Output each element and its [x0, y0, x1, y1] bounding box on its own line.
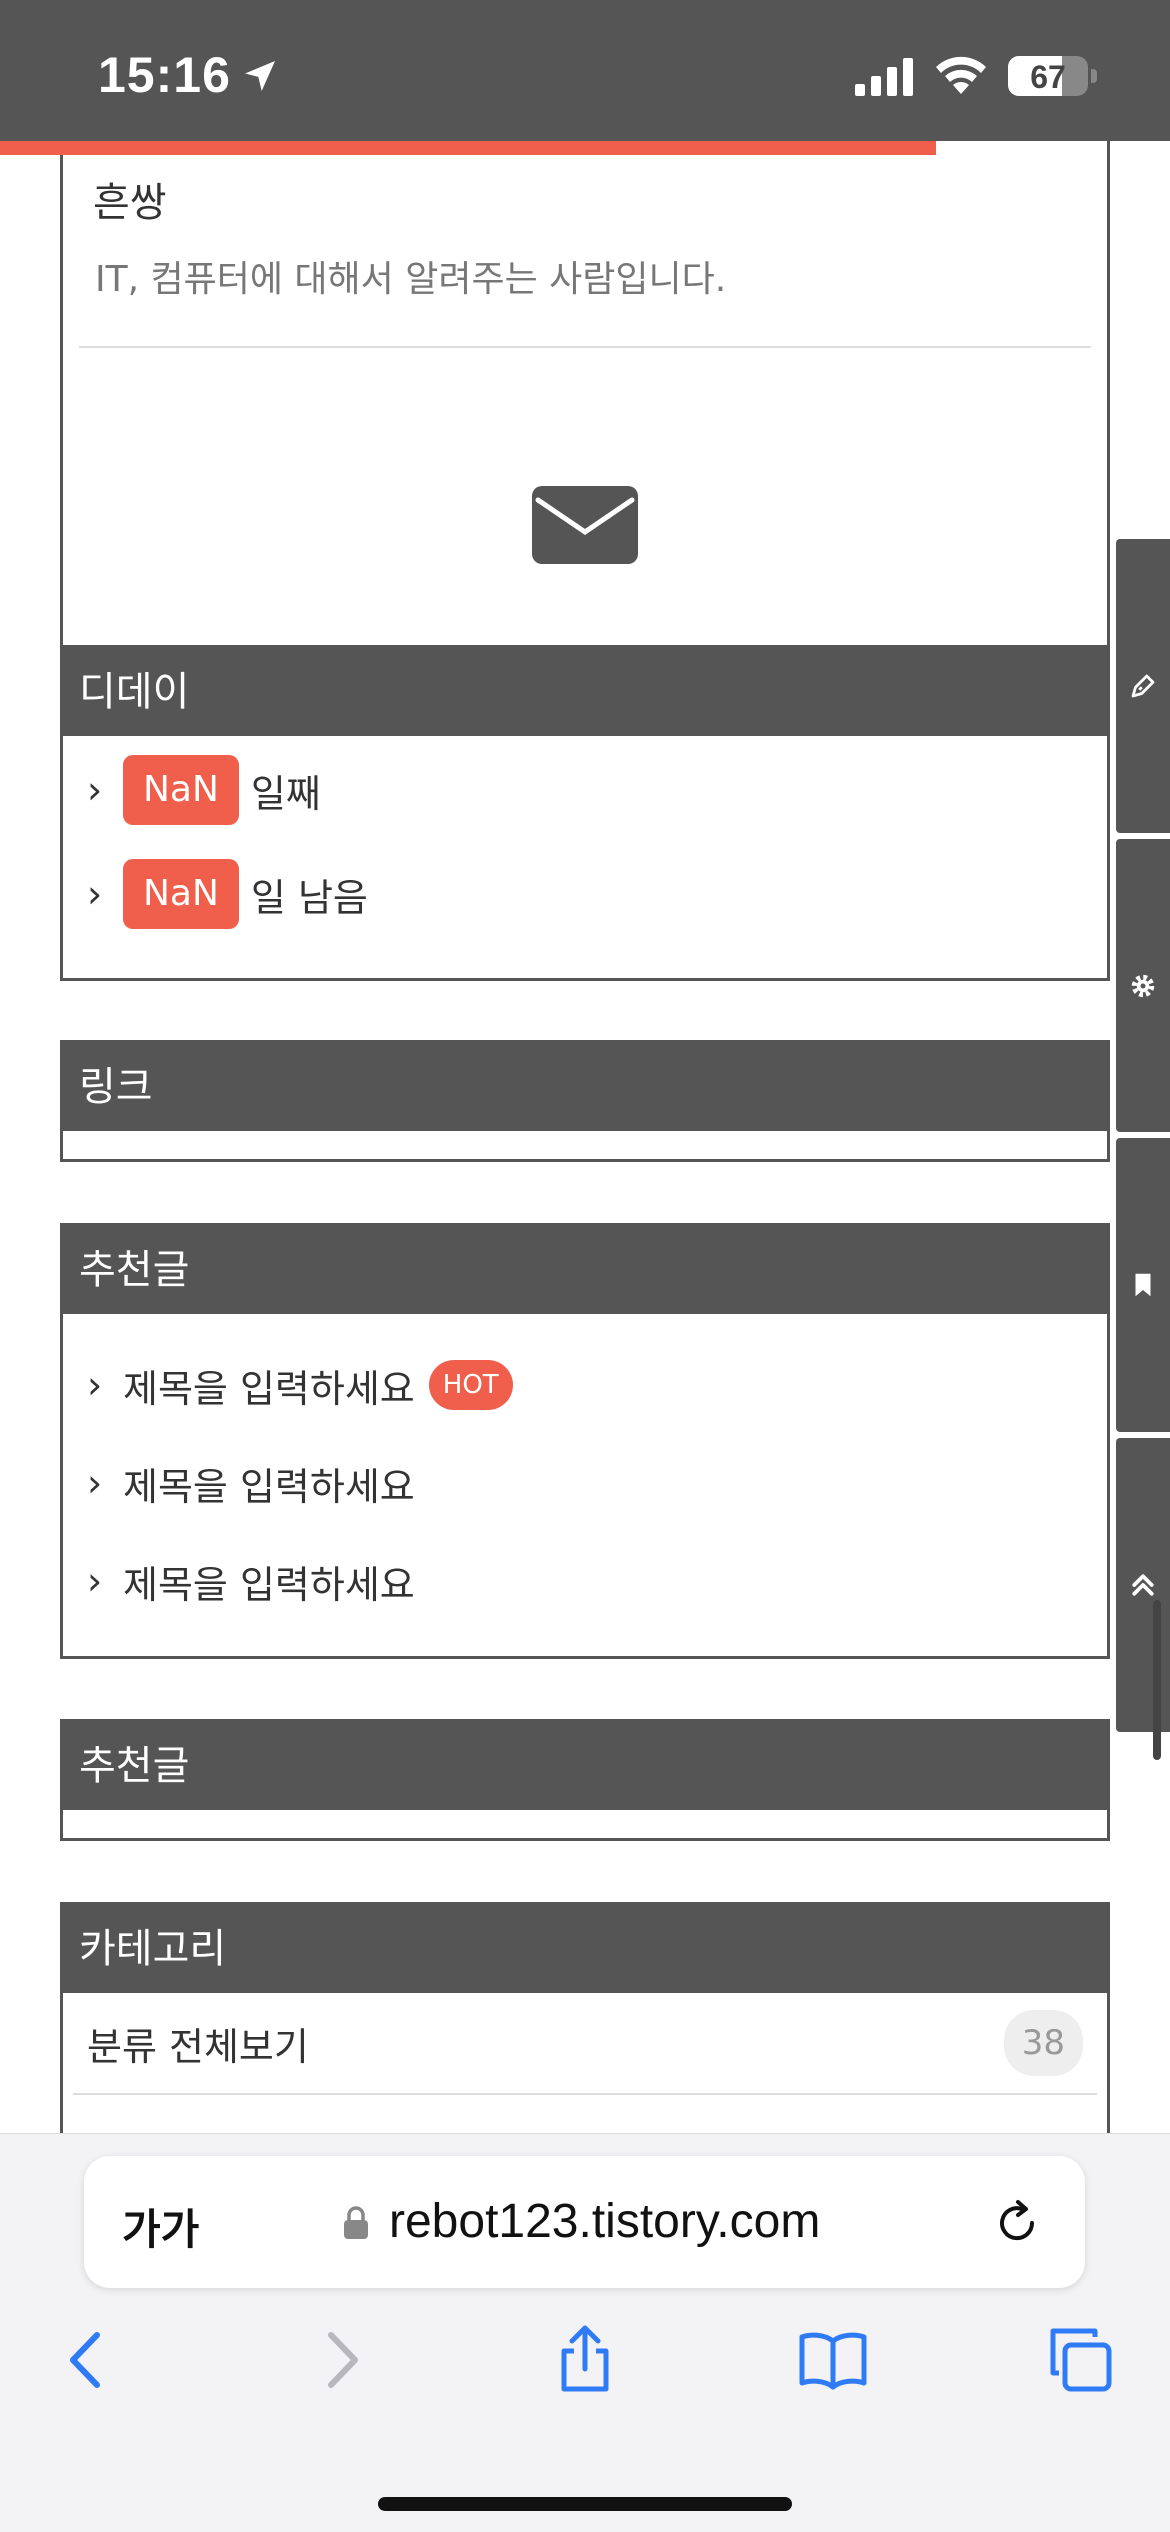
profile-name: 흔쌍: [93, 180, 167, 226]
address-bar[interactable]: 가가 rebot123.tistory.com: [84, 2156, 1085, 2288]
pen-icon: [1131, 674, 1155, 698]
lock-icon: [344, 2206, 368, 2239]
recommended-item[interactable]: › 제목을 입력하세요: [63, 1532, 1107, 1630]
recommended-title: 추천글: [63, 1226, 1107, 1314]
share-button[interactable]: [545, 2320, 625, 2400]
dday-item[interactable]: › NaN 일 남음: [63, 842, 1107, 946]
open-book-icon: [799, 2332, 867, 2390]
dday-badge: NaN: [123, 859, 239, 929]
recommended-item-title: 제목을 입력하세요: [123, 1464, 415, 1509]
category-widget: 카테고리 분류 전체보기 38: [60, 1902, 1110, 2133]
gear-icon: [1131, 974, 1155, 997]
dday-item[interactable]: › NaN 일째: [63, 738, 1107, 842]
side-scroll-top-button[interactable]: [1116, 1438, 1170, 1732]
side-settings-button[interactable]: [1116, 839, 1170, 1132]
location-arrow-icon: [245, 61, 275, 91]
browser-toolbar: 가가 rebot123.tistory.com: [0, 2133, 1170, 2532]
battery-icon: 67: [1008, 56, 1088, 96]
chevron-right-icon: ›: [87, 1559, 103, 1603]
tabs-button[interactable]: [1040, 2320, 1120, 2400]
reload-icon[interactable]: [992, 2198, 1042, 2248]
chevron-right-icon: ›: [87, 1461, 103, 1505]
recommended-widget-2: 추천글: [60, 1719, 1110, 1841]
profile-description: IT, 컴퓨터에 대해서 알려주는 사람입니다.: [95, 259, 727, 300]
profile-divider: [79, 346, 1091, 348]
bookmarks-button[interactable]: [793, 2320, 873, 2400]
recommended-widget: 추천글 › 제목을 입력하세요 HOT › 제목을 입력하세요 › 제목을 입력…: [60, 1223, 1110, 1659]
category-item-all[interactable]: 분류 전체보기 38: [63, 1993, 1107, 2095]
hot-badge: HOT: [428, 1360, 513, 1410]
battery-nub: [1091, 69, 1097, 83]
recommended-item-title: 제목을 입력하세요: [123, 1562, 415, 1607]
dday-badge: NaN: [123, 755, 239, 825]
status-time: 15:16: [98, 47, 231, 103]
category-label: 분류 전체보기: [87, 2024, 309, 2069]
category-divider: [73, 2093, 1097, 2095]
tabs-icon: [1050, 2328, 1112, 2392]
chevron-right-icon: [328, 2332, 358, 2388]
cellular-signal-icon: [855, 58, 913, 96]
chevron-right-icon: ›: [87, 1363, 103, 1407]
side-write-button[interactable]: [1116, 539, 1170, 833]
recommended-item-title: 제목을 입력하세요: [123, 1366, 415, 1411]
profile-widget: 흔쌍 IT, 컴퓨터에 대해서 알려주는 사람입니다.: [60, 141, 1110, 725]
chevron-left-icon: [70, 2332, 100, 2388]
recommended-title: 추천글: [63, 1722, 1107, 1810]
double-chevron-up-icon: [1132, 1574, 1154, 1596]
category-title: 카테고리: [63, 1905, 1107, 1993]
envelope-icon[interactable]: [532, 486, 638, 564]
category-count: 38: [1003, 2010, 1083, 2076]
dday-text: 일째: [250, 771, 321, 816]
battery-percentage: 67: [1030, 59, 1066, 95]
recommended-item[interactable]: › 제목을 입력하세요: [63, 1434, 1107, 1532]
forward-button[interactable]: [300, 2320, 380, 2400]
chevron-right-icon: ›: [87, 768, 103, 812]
links-title: 링크: [63, 1043, 1107, 1131]
page-content: 흔쌍 IT, 컴퓨터에 대해서 알려주는 사람입니다. 디데이 › NaN 일째…: [0, 141, 1170, 2133]
wifi-icon: [936, 56, 986, 94]
text-size-button[interactable]: 가가: [122, 2196, 199, 2257]
status-bar: 15:16 67: [0, 0, 1170, 141]
reading-progress-bar: [0, 141, 936, 155]
chevron-right-icon: ›: [87, 872, 103, 916]
bookmark-icon: [1135, 1273, 1151, 1297]
dday-title: 디데이: [63, 648, 1107, 736]
dday-text: 일 남음: [250, 875, 368, 920]
links-widget: 링크: [60, 1040, 1110, 1162]
recommended-item[interactable]: › 제목을 입력하세요 HOT: [63, 1336, 1107, 1434]
url-text: rebot123.tistory.com: [389, 2195, 821, 2248]
back-button[interactable]: [48, 2320, 128, 2400]
share-icon: [561, 2325, 609, 2392]
dday-widget: 디데이 › NaN 일째 › NaN 일 남음: [60, 645, 1110, 981]
side-bookmark-button[interactable]: [1116, 1138, 1170, 1432]
scrollbar[interactable]: [1153, 1600, 1161, 1760]
home-indicator: [378, 2497, 792, 2511]
